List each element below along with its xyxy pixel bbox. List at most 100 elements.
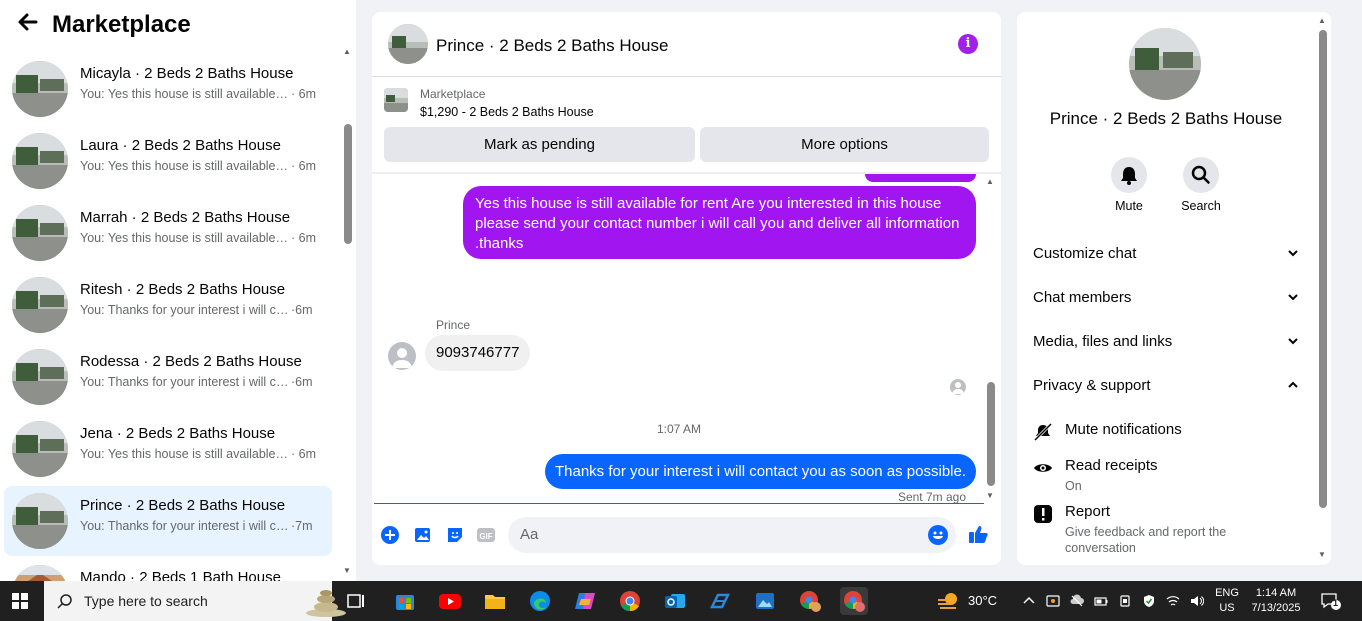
- conversation-name: Ritesh · 2 Beds 2 Baths House: [80, 281, 286, 298]
- preview-text: You: Yes this house is still available f…: [80, 231, 291, 245]
- message-scroll-thumb[interactable]: [987, 382, 995, 486]
- gif-icon[interactable]: GIF: [476, 525, 496, 545]
- conversation-item[interactable]: Jena · 2 Beds 2 Baths House You: Yes this…: [4, 414, 332, 484]
- sidebar-scroll-thumb[interactable]: [344, 124, 352, 244]
- scroll-down-arrow-icon[interactable]: ▼: [343, 566, 351, 575]
- sent-status: Sent 7m ago: [897, 490, 966, 504]
- preview-time: ·7m: [291, 519, 313, 533]
- battery-icon[interactable]: [1094, 594, 1108, 608]
- language-indicator[interactable]: ENG US: [1212, 586, 1242, 616]
- plus-icon[interactable]: [380, 525, 400, 545]
- chat-avatar[interactable]: [388, 24, 428, 64]
- defender-shield-icon[interactable]: [1142, 594, 1156, 608]
- mute-notifications-label: Mute notifications: [1065, 421, 1182, 438]
- photo-icon[interactable]: [413, 525, 433, 545]
- bell-icon[interactable]: [1111, 157, 1147, 193]
- chevron-down-icon: [1287, 242, 1299, 266]
- customize-chat-section[interactable]: Customize chat: [1033, 242, 1299, 266]
- conversation-avatar: [12, 493, 68, 549]
- report-label: Report: [1065, 503, 1111, 520]
- wifi-icon[interactable]: [1166, 594, 1180, 608]
- mark-as-pending-button[interactable]: Mark as pending: [384, 127, 695, 162]
- conversation-item[interactable]: Rodessa · 2 Beds 2 Baths House You: Thank…: [4, 342, 332, 412]
- scroll-down-arrow-icon[interactable]: ▼: [986, 491, 994, 500]
- emoji-icon[interactable]: [928, 525, 948, 545]
- listing-price-title[interactable]: $1,290 - 2 Beds 2 Baths House: [420, 105, 594, 119]
- conversation-item[interactable]: Laura · 2 Beds 2 Baths House You: Yes thi…: [4, 126, 332, 196]
- scroll-up-arrow-icon[interactable]: ▲: [343, 47, 351, 56]
- read-receipts-label: Read receipts: [1065, 457, 1158, 474]
- scroll-up-arrow-icon[interactable]: ▲: [1318, 16, 1326, 25]
- file-explorer-icon[interactable]: [481, 587, 509, 615]
- preview-text: You: Thanks for your interest i will con…: [80, 375, 291, 389]
- cloud-offline-icon[interactable]: [1070, 594, 1084, 608]
- chrome-icon[interactable]: [616, 587, 644, 615]
- sticker-icon[interactable]: [445, 525, 465, 545]
- system-clock[interactable]: 1:14 AM 7/13/2025: [1248, 586, 1304, 616]
- chrome-profile-icon[interactable]: [796, 587, 824, 615]
- conversation-item[interactable]: Micayla · 2 Beds 2 Baths House You: Yes t…: [4, 54, 332, 124]
- message-input[interactable]: Aa: [508, 517, 956, 553]
- report-description: Give feedback and report the conversatio…: [1065, 525, 1227, 555]
- info-icon[interactable]: i: [958, 34, 978, 54]
- security-tray-icon[interactable]: [1046, 594, 1060, 608]
- chevron-up-icon[interactable]: [1022, 594, 1036, 608]
- chat-members-section[interactable]: Chat members: [1033, 286, 1299, 310]
- like-thumb-icon[interactable]: [968, 523, 990, 545]
- chrome-profile-active-icon[interactable]: [840, 587, 868, 615]
- profile-avatar[interactable]: [1129, 28, 1201, 100]
- preview-time: ·6m: [291, 375, 313, 389]
- volume-icon[interactable]: [1190, 594, 1205, 608]
- message-composer: GIF Aa: [372, 505, 1001, 565]
- preview-time: · 6m: [291, 159, 316, 173]
- mute-action[interactable]: Mute: [1099, 157, 1159, 213]
- back-arrow-icon[interactable]: [16, 10, 38, 38]
- weather-temperature[interactable]: 30°C: [968, 593, 997, 608]
- device-tray-icon[interactable]: [1118, 594, 1132, 608]
- mute-notifications-item[interactable]: Mute notifications: [1033, 420, 1299, 444]
- mute-label: Mute: [1115, 199, 1143, 213]
- report-item[interactable]: Report Give feedback and report the conv…: [1033, 502, 1299, 558]
- message-placeholder: Aa: [520, 526, 539, 543]
- conversation-avatar: [12, 421, 68, 477]
- conversation-preview: You: Thanks for your interest i will con…: [80, 373, 320, 391]
- photos-app-icon[interactable]: [751, 587, 779, 615]
- read-receipts-item[interactable]: Read receipts On: [1033, 456, 1299, 496]
- chat-title[interactable]: Prince · 2 Beds 2 Baths House: [436, 35, 668, 57]
- conversation-item[interactable]: Marrah · 2 Beds 2 Baths House You: Yes th…: [4, 198, 332, 268]
- remote-desktop-icon[interactable]: [706, 587, 734, 615]
- conversation-item[interactable]: Mando · 2 Beds 1 Bath House: [4, 558, 332, 581]
- conversation-avatar: [12, 349, 68, 405]
- copilot-icon[interactable]: [571, 587, 599, 615]
- privacy-support-section[interactable]: Privacy & support: [1033, 374, 1299, 398]
- search-action[interactable]: Search: [1171, 157, 1231, 213]
- youtube-icon[interactable]: [436, 587, 464, 615]
- outlook-icon[interactable]: [661, 587, 689, 615]
- more-options-button[interactable]: More options: [700, 127, 989, 162]
- scroll-down-arrow-icon[interactable]: ▼: [1318, 550, 1326, 559]
- scroll-up-arrow-icon[interactable]: ▲: [986, 177, 994, 186]
- edge-browser-icon[interactable]: [526, 587, 554, 615]
- windows-start-icon[interactable]: [12, 593, 28, 609]
- preview-time: · 6m: [291, 231, 316, 245]
- conversation-item[interactable]: Prince · 2 Beds 2 Baths House You: Thanks…: [4, 486, 332, 556]
- preview-time: ·6m: [291, 303, 313, 317]
- listing-thumbnail[interactable]: [384, 88, 408, 112]
- preview-text: You: Yes this house is still available f…: [80, 87, 291, 101]
- chat-header: Prince · 2 Beds 2 Baths House i: [372, 12, 1001, 77]
- taskbar-search-placeholder: Type here to search: [84, 593, 208, 609]
- sender-avatar[interactable]: [388, 342, 416, 370]
- panel-scroll-thumb[interactable]: [1319, 30, 1327, 508]
- media-files-section[interactable]: Media, files and links: [1033, 330, 1299, 354]
- task-view-icon[interactable]: [342, 587, 370, 615]
- notification-center-icon[interactable]: 1: [1320, 591, 1342, 611]
- conversation-item[interactable]: Ritesh · 2 Beds 2 Baths House You: Thanks…: [4, 270, 332, 340]
- read-receipts-state: On: [1065, 479, 1082, 493]
- search-icon[interactable]: [1183, 157, 1219, 193]
- weather-icon[interactable]: [936, 590, 962, 612]
- chat-members-label: Chat members: [1033, 289, 1132, 306]
- microsoft-store-icon[interactable]: [391, 587, 419, 615]
- conversation-name: Laura · 2 Beds 2 Baths House: [80, 137, 281, 154]
- taskbar-search-box[interactable]: Type here to search: [44, 581, 346, 621]
- conversation-name: Jena · 2 Beds 2 Baths House: [80, 425, 276, 442]
